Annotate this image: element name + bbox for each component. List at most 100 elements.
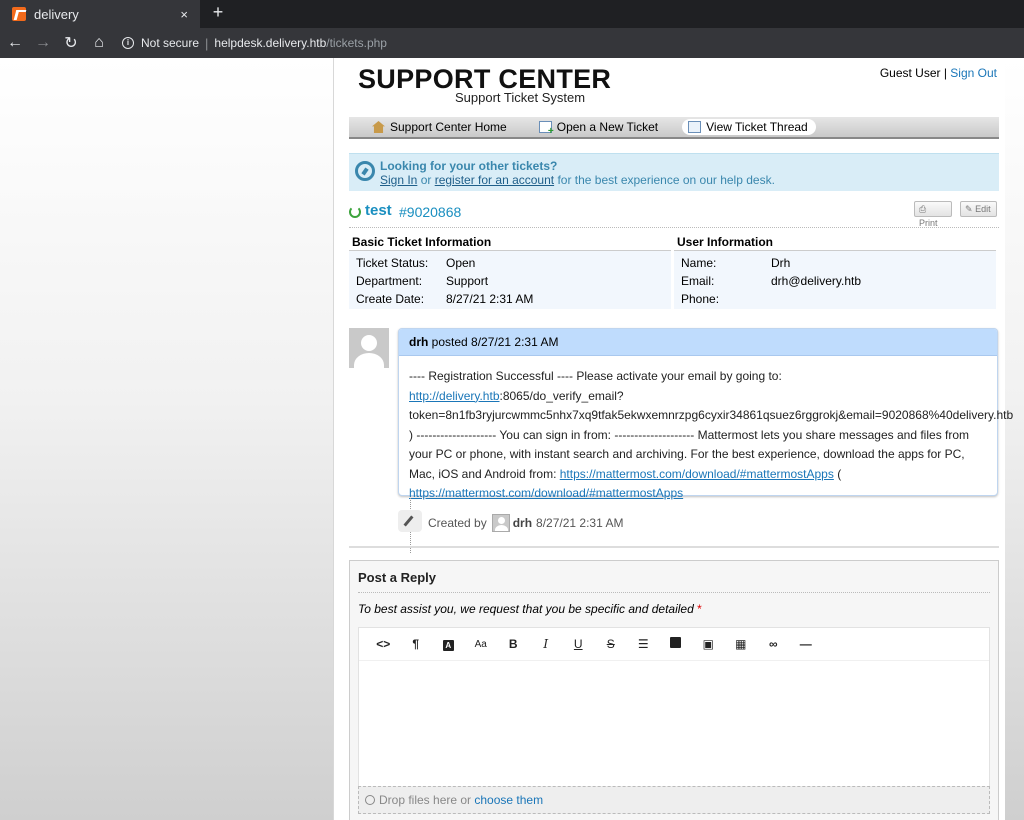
post-reply-panel: Post a Reply To best assist you, we requ… (349, 560, 999, 820)
ticket-number: #9020868 (399, 204, 462, 220)
url-separator: | (205, 35, 209, 51)
url-path[interactable]: /tickets.php (326, 36, 387, 50)
notice-rest: for the best experience on our help desk… (554, 173, 775, 187)
edit-label: Edit (975, 204, 991, 214)
nav-open-new-ticket[interactable]: Open a New Ticket (538, 119, 664, 137)
info-label: Ticket Status: (356, 256, 429, 270)
sign-out-link[interactable]: Sign Out (950, 66, 997, 80)
main-nav: Support Center Home Open a New Ticket Vi… (349, 117, 999, 139)
thread-link[interactable]: http://delivery.htb (409, 389, 500, 403)
page-background-left (0, 58, 333, 820)
close-tab-icon[interactable]: × (180, 7, 188, 22)
thread-author: drh (409, 335, 429, 349)
basic-info-body: Ticket Status: Open Department: Support Cr… (349, 251, 671, 309)
file-dropzone[interactable]: Drop files here or choose them (358, 786, 990, 814)
info-value: 8/27/21 2:31 AM (446, 292, 534, 306)
paragraph-icon[interactable]: ¶ (400, 637, 433, 651)
info-label: Department: (356, 274, 423, 288)
video-icon[interactable]: ▣ (692, 637, 725, 651)
security-status[interactable]: Not secure (141, 36, 199, 50)
reload-icon[interactable]: ↻ (58, 33, 84, 53)
reply-hint: To best assist you, we request that you … (358, 602, 702, 616)
list-icon[interactable]: ☰ (627, 637, 660, 651)
logo-subtitle: Support Ticket System (455, 90, 586, 105)
new-ticket-icon (538, 121, 554, 137)
thread-entry-body: ---- Registration Successful ---- Please… (399, 356, 1013, 504)
reply-editor[interactable]: <> ¶ A Aa B I U S ☰ ▣ ▦ ∞ — (358, 627, 990, 787)
browser-tab-bar: delivery × + (0, 0, 1024, 28)
back-arrow-icon[interactable]: ← (2, 34, 28, 52)
font-size-icon[interactable]: Aa (465, 639, 498, 650)
info-label: Create Date: (356, 292, 425, 306)
forward-arrow-icon[interactable]: → (30, 34, 56, 52)
image-icon[interactable] (660, 637, 693, 651)
nav-open-new-ticket-label: Open a New Ticket (556, 120, 659, 134)
nav-support-home-label: Support Center Home (390, 120, 507, 134)
info-row: Name: Drh (674, 254, 996, 272)
print-label: Print (919, 218, 938, 228)
link-icon[interactable]: ∞ (757, 637, 790, 651)
thread-link[interactable]: https://mattermost.com/download/#matterm… (560, 467, 834, 481)
info-row: Create Date: 8/27/21 2:31 AM (349, 290, 671, 308)
thread-posted-time: posted 8/27/21 2:31 AM (428, 335, 559, 349)
sign-in-link[interactable]: Sign In (380, 173, 417, 187)
user-info: User Information Name: Drh Email: drh@deli… (674, 235, 996, 309)
reply-separator (358, 592, 990, 593)
basic-info-heading: Basic Ticket Information (349, 235, 671, 251)
editor-toolbar: <> ¶ A Aa B I U S ☰ ▣ ▦ ∞ — (359, 628, 989, 661)
nav-view-ticket-thread[interactable]: View Ticket Thread (682, 119, 816, 135)
nav-view-ticket-thread-label: View Ticket Thread (706, 120, 808, 134)
edit-button[interactable]: ✎ Edit (960, 201, 997, 217)
info-label: Email: (681, 274, 715, 288)
edit-icon: ✎ (965, 204, 973, 214)
required-mark: * (697, 602, 702, 616)
underline-icon[interactable]: U (562, 637, 595, 651)
browser-tab[interactable]: delivery × (0, 0, 200, 28)
print-button[interactable]: ⎙ Print (914, 201, 952, 228)
thread-entry: drh posted 8/27/21 2:31 AM ---- Registra… (398, 328, 1013, 500)
info-icon[interactable]: i (122, 37, 134, 49)
ticket-thread-icon (688, 121, 702, 133)
page-background-right (1005, 58, 1024, 820)
thread-entry-header: drh posted 8/27/21 2:31 AM (399, 329, 997, 356)
choose-files-link[interactable]: choose them (474, 793, 543, 807)
page-viewport: SUPPORT CENTER Support Ticket System Gue… (0, 58, 1024, 820)
user-status: Guest User | Sign Out (880, 66, 997, 80)
avatar (491, 514, 510, 532)
horizontal-rule-icon[interactable]: — (790, 637, 823, 651)
home-icon[interactable]: ⌂ (86, 34, 112, 52)
upload-icon (365, 795, 375, 805)
register-link[interactable]: register for an account (435, 173, 554, 187)
font-color-icon[interactable]: A (432, 637, 465, 651)
info-row: Department: Support (349, 272, 671, 290)
ticket-header: test #9020868 ⎙ Print ✎ Edit (349, 201, 999, 228)
thread-link[interactable]: https://mattermost.com/download/#matterm… (409, 486, 683, 500)
url-host[interactable]: helpdesk.delivery.htb (214, 36, 326, 50)
table-icon[interactable]: ▦ (725, 637, 758, 651)
event-time: 8/27/21 2:31 AM (536, 516, 624, 530)
page-container: SUPPORT CENTER Support Ticket System Gue… (333, 58, 1013, 820)
code-view-icon[interactable]: <> (367, 637, 400, 651)
refresh-icon[interactable] (349, 206, 361, 218)
site-favicon-icon (12, 7, 26, 21)
info-value: drh@delivery.htb (771, 274, 861, 288)
home-icon (372, 121, 385, 133)
browser-address-bar: ← → ↻ ⌂ i Not secure | helpdesk.delivery… (0, 28, 1024, 58)
reply-title: Post a Reply (358, 570, 437, 585)
thread-text: ---- Registration Successful ---- Please… (409, 369, 782, 383)
reply-hint-text: To best assist you, we request that you … (358, 602, 694, 616)
ticket-subject: test (365, 202, 392, 219)
notice-text: Sign In or register for an account for t… (380, 173, 775, 187)
thread-text: ( (833, 466, 842, 481)
bold-icon[interactable]: B (497, 637, 530, 651)
info-row: Email: drh@delivery.htb (674, 272, 996, 290)
nav-support-home[interactable]: Support Center Home (372, 119, 513, 135)
avatar (349, 328, 389, 368)
strikethrough-icon[interactable]: S (595, 637, 628, 651)
info-row: Phone: (674, 290, 996, 308)
compass-icon (355, 161, 375, 181)
new-tab-icon[interactable]: + (208, 2, 228, 23)
info-label: Phone: (681, 292, 720, 306)
notice-or: or (417, 173, 435, 187)
italic-icon[interactable]: I (530, 637, 563, 651)
